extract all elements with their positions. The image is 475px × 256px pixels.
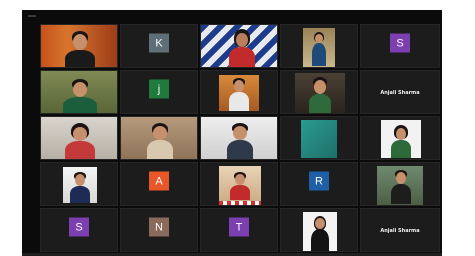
participant-tile-6[interactable] — [40, 70, 118, 114]
participant-tile-7[interactable]: j — [120, 70, 198, 114]
participant-tile-20[interactable] — [360, 162, 440, 206]
participant-figure — [63, 79, 97, 113]
avatar-initial: T — [229, 217, 249, 237]
participant-tile-5[interactable]: S — [360, 24, 440, 68]
participant-tile-10[interactable]: Anjali Sharma — [360, 70, 440, 114]
participant-tile-16[interactable] — [40, 162, 118, 206]
participant-figure — [70, 172, 90, 203]
participant-video-frame — [381, 120, 421, 158]
participant-video-frame — [377, 166, 423, 205]
participant-figure — [391, 125, 411, 158]
meeting-window: K S j Anjali Sharma A R S N T Anjali Sha… — [22, 10, 442, 256]
participant-video-frame — [219, 166, 261, 205]
participant-tile-23[interactable]: T — [200, 208, 278, 252]
participant-figure — [311, 216, 329, 251]
participant-video-frame — [295, 73, 345, 113]
participant-video-frame — [63, 167, 97, 203]
participant-figure — [227, 123, 253, 159]
participant-figure — [230, 172, 250, 200]
avatar-initial: S — [390, 33, 410, 53]
participant-tile-21[interactable]: S — [40, 208, 118, 252]
participant-figure — [391, 170, 411, 204]
participant-tile-12[interactable] — [120, 116, 198, 160]
participant-tile-1[interactable] — [40, 24, 118, 68]
avatar-initial: R — [309, 171, 329, 191]
participant-display-name: Anjali Sharma — [380, 89, 420, 96]
participant-tile-18[interactable] — [200, 162, 278, 206]
participant-tile-2[interactable]: K — [120, 24, 198, 68]
participant-grid: K S j Anjali Sharma A R S N T Anjali Sha… — [22, 10, 442, 256]
participant-tile-9[interactable] — [280, 70, 358, 114]
participant-figure — [229, 29, 255, 67]
participant-tile-25[interactable]: Anjali Sharma — [360, 208, 440, 252]
participant-tile-19[interactable]: R — [280, 162, 358, 206]
participant-figure — [311, 32, 327, 66]
participant-tile-15[interactable] — [360, 116, 440, 160]
participant-tile-4[interactable] — [280, 24, 358, 68]
participant-video-frame — [303, 212, 337, 251]
participant-figure — [309, 77, 331, 113]
participant-tile-24[interactable] — [280, 208, 358, 252]
participant-tile-17[interactable]: A — [120, 162, 198, 206]
participant-figure — [229, 78, 249, 111]
participant-video-frame — [303, 28, 335, 67]
participant-video-frame — [219, 75, 259, 111]
participant-tile-11[interactable] — [40, 116, 118, 160]
avatar-initial: A — [149, 171, 169, 191]
participant-figure — [65, 31, 95, 67]
participant-display-name: Anjali Sharma — [380, 227, 420, 234]
avatar-initial: K — [149, 33, 169, 53]
participant-tile-22[interactable]: N — [120, 208, 198, 252]
avatar-initial: j — [149, 79, 169, 99]
participant-video-frame — [301, 120, 337, 158]
participant-figure — [147, 123, 173, 159]
participant-tile-3[interactable] — [200, 24, 278, 68]
avatar-initial: N — [149, 217, 169, 237]
avatar-initial: S — [69, 217, 89, 237]
participant-tile-14[interactable] — [280, 116, 358, 160]
participant-tile-8[interactable] — [200, 70, 278, 114]
video-overlay-banner — [219, 201, 261, 205]
participant-tile-13[interactable] — [200, 116, 278, 160]
participant-figure — [65, 123, 95, 159]
